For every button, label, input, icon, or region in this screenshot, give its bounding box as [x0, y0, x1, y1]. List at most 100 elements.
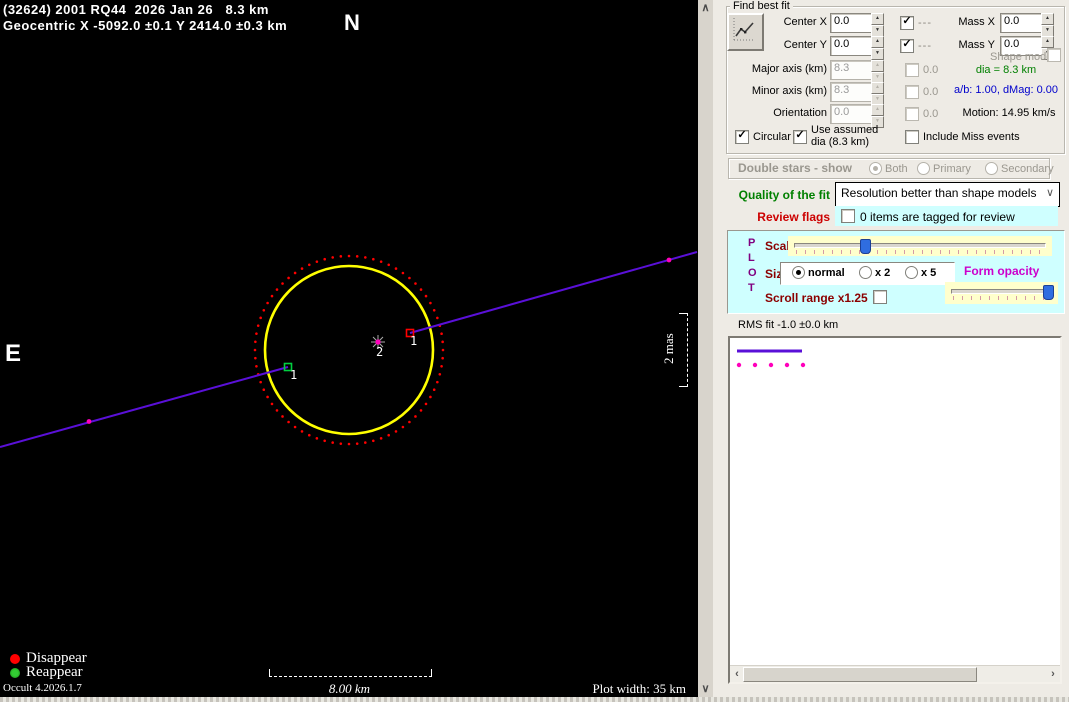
spin-up-icon[interactable]: ▲ — [871, 82, 884, 94]
size-x2-label: x 2 — [875, 267, 890, 279]
include-miss-events-checkbox[interactable] — [905, 130, 919, 144]
panel-splitter-strip: ∧ ∨ — [698, 0, 713, 697]
uncertainty-dotted-circle — [255, 256, 443, 444]
scroll-up-chevron-icon[interactable]: ∧ — [699, 1, 712, 14]
review-flags-checkbox[interactable] — [841, 209, 855, 223]
form-opacity-ticks — [953, 296, 1050, 300]
predicted-dots-swatch — [736, 358, 826, 371]
east-label: E — [5, 340, 21, 368]
fit-results-listbox[interactable]: 1 V Sempronio, near Huach 2(P) Predicted… — [728, 336, 1062, 684]
disappear-legend-dot — [10, 654, 20, 664]
list-item[interactable]: 1 V Sempronio, near Huach — [730, 345, 1060, 358]
size-x5-radio[interactable] — [905, 266, 918, 279]
scroll-down-chevron-icon[interactable]: ∨ — [699, 682, 712, 695]
plot-title-line2: Geocentric X -5092.0 ±0.1 Y 2414.0 ±0.3 … — [3, 18, 287, 33]
window-bottom-edge — [0, 697, 1069, 702]
scrollbar-left-icon[interactable]: ‹ — [731, 668, 743, 680]
center-x-spinner[interactable]: ▲ ▼ — [871, 13, 884, 33]
chord-line-left — [0, 367, 288, 447]
plot-letter-l: L — [748, 252, 755, 264]
diameter-status-text: dia = 8.3 km — [953, 64, 1059, 76]
use-assumed-dia-checkbox[interactable]: ✓ — [793, 130, 807, 144]
shape-model-checkbox[interactable] — [1047, 48, 1061, 62]
spin-down-icon[interactable]: ▼ — [871, 48, 884, 60]
quality-of-fit-dropdown[interactable]: Resolution better than shape models ∨ — [835, 182, 1060, 207]
double-stars-primary-radio[interactable] — [917, 162, 930, 175]
minor-axis-fit-checkbox[interactable] — [905, 85, 919, 99]
scrollbar-thumb[interactable] — [743, 667, 977, 682]
form-opacity-thumb[interactable] — [1043, 285, 1054, 300]
north-label: N — [344, 10, 360, 36]
mass-y-label: Mass Y — [953, 39, 995, 51]
major-axis-side-value: 0.0 — [923, 64, 938, 76]
plot-letter-t: T — [748, 282, 755, 294]
spin-up-icon[interactable]: ▲ — [871, 13, 884, 25]
spin-up-icon[interactable]: ▲ — [1041, 36, 1054, 48]
double-stars-secondary-radio[interactable] — [985, 162, 998, 175]
form-opacity-label: Form opacity — [964, 264, 1039, 278]
list-item[interactable]: 2(P) Predicted — [730, 358, 1060, 371]
scale-slider-thumb[interactable] — [860, 239, 871, 254]
center-y-dash-label: --- — [918, 40, 932, 52]
size-normal-radio[interactable] — [792, 266, 805, 279]
size-x2-radio[interactable] — [859, 266, 872, 279]
orientation-label: Orientation — [743, 107, 827, 119]
include-miss-events-label: Include Miss events — [923, 131, 1020, 143]
major-axis-label: Major axis (km) — [743, 63, 827, 75]
form-opacity-slider[interactable] — [945, 282, 1058, 304]
shape-model-label: Shape model — [990, 51, 1055, 63]
find-best-fit-title: Find best fit — [730, 0, 793, 12]
double-stars-secondary-label: Secondary — [1001, 163, 1054, 175]
chord-line-swatch — [736, 345, 826, 358]
orientation-spinner[interactable]: ▲ ▼ — [871, 104, 884, 124]
minor-axis-input[interactable]: 8.3 — [830, 82, 874, 102]
center-x-input[interactable]: 0.0 — [830, 13, 874, 33]
center-y-spinner[interactable]: ▲ ▼ — [871, 36, 884, 56]
orientation-fit-checkbox[interactable] — [905, 107, 919, 121]
center-x-fit-checkbox[interactable]: ✓ — [900, 16, 914, 30]
minor-axis-side-value: 0.0 — [923, 86, 938, 98]
spin-up-icon[interactable]: ▲ — [871, 60, 884, 72]
form-opacity-track — [951, 289, 1052, 294]
predicted-center-number: 2 — [376, 345, 383, 359]
km-scale-label: 8.00 km — [269, 681, 430, 697]
occult4-plot-window: { "icons": { "check": "✓", "up_arrow": "… — [0, 0, 1069, 702]
dropdown-chevron-icon: ∨ — [1046, 186, 1054, 199]
check-icon: ✓ — [795, 129, 804, 141]
quality-of-fit-label: Quality of the fit — [723, 188, 830, 202]
size-normal-label: normal — [808, 267, 845, 279]
use-assumed-dia-label-line1: Use assumed — [811, 124, 878, 136]
mass-x-spinner[interactable]: ▲ ▼ — [1041, 13, 1054, 33]
major-axis-fit-checkbox[interactable] — [905, 63, 919, 77]
double-stars-primary-label: Primary — [933, 163, 971, 175]
app-version-label: Occult 4.2026.1.7 — [3, 682, 82, 694]
center-y-fit-checkbox[interactable]: ✓ — [900, 39, 914, 53]
scrollbar-right-icon[interactable]: › — [1047, 668, 1059, 680]
scroll-range-checkbox[interactable] — [873, 290, 887, 304]
use-assumed-dia-label-line2: dia (8.3 km) — [811, 136, 869, 148]
major-axis-input[interactable]: 8.3 — [830, 60, 874, 80]
check-icon: ✓ — [737, 129, 746, 141]
double-stars-both-radio[interactable] — [869, 162, 882, 175]
spin-up-icon[interactable]: ▲ — [871, 36, 884, 48]
plot-title-line1: (32624) 2001 RQ44 2026 Jan 26 8.3 km — [3, 2, 269, 17]
minor-axis-spinner[interactable]: ▲ ▼ — [871, 82, 884, 102]
major-axis-spinner[interactable]: ▲ ▼ — [871, 60, 884, 80]
orientation-input[interactable]: 0.0 — [830, 104, 874, 124]
predicted-dot — [87, 419, 92, 424]
mass-x-input[interactable]: 0.0 — [1000, 13, 1044, 33]
spin-up-icon[interactable]: ▲ — [871, 104, 884, 116]
circular-checkbox[interactable]: ✓ — [735, 130, 749, 144]
reappear-chord-number: 1 — [290, 368, 297, 382]
center-x-dash-label: --- — [918, 17, 932, 29]
occultation-plot[interactable]: (32624) 2001 RQ44 2026 Jan 26 8.3 km Geo… — [0, 0, 698, 697]
center-y-input[interactable]: 0.0 — [830, 36, 874, 56]
plot-width-label: Plot width: 35 km — [486, 681, 686, 697]
size-x5-label: x 5 — [921, 267, 936, 279]
quality-of-fit-value: Resolution better than shape models — [841, 186, 1036, 200]
check-icon: ✓ — [902, 15, 911, 27]
listbox-horizontal-scrollbar[interactable]: ‹ › — [730, 665, 1060, 682]
spin-up-icon[interactable]: ▲ — [1041, 13, 1054, 25]
scroll-range-label: Scroll range x1.25 — [765, 291, 868, 305]
scale-slider[interactable] — [788, 236, 1052, 256]
